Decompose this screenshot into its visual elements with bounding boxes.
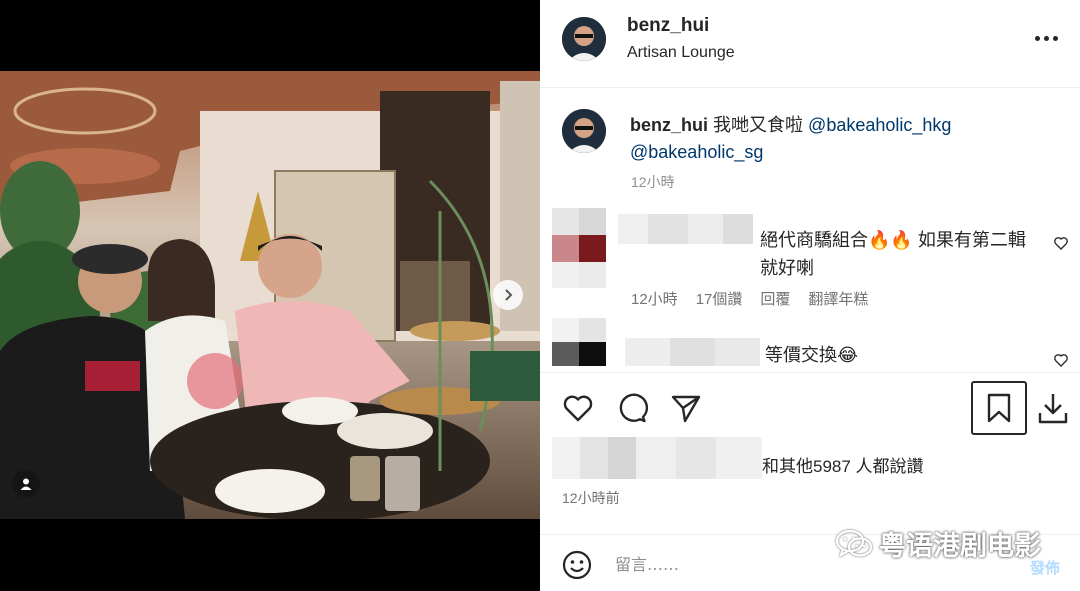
caption-mention[interactable]: @bakeaholic_sg	[630, 142, 763, 162]
post-author-username[interactable]: benz_hui	[627, 15, 709, 37]
avatar-image	[562, 17, 606, 61]
comment-like-heart-icon[interactable]	[1053, 235, 1069, 251]
avatar[interactable]	[562, 17, 606, 61]
download-icon[interactable]	[1036, 391, 1070, 425]
save-button[interactable]	[971, 381, 1027, 435]
heart-icon[interactable]	[562, 393, 594, 423]
comment-reply-button[interactable]: 回覆	[760, 288, 790, 309]
more-options-button[interactable]	[1035, 28, 1065, 48]
post-caption: benz_hui 我哋又食啦 @bakeaholic_hkg @bakeahol…	[630, 112, 1060, 166]
chevron-right-icon	[505, 289, 513, 301]
comment-timestamp: 12小時	[631, 291, 678, 308]
post-action-bar	[540, 372, 1080, 442]
watermark: 粤语港剧电影	[835, 524, 1041, 563]
photo-pane	[0, 0, 540, 591]
caption-avatar[interactable]	[562, 109, 606, 153]
user-tag-icon	[20, 478, 32, 490]
post-timestamp: 12小時前	[562, 490, 620, 506]
comment-like-count[interactable]: 17個讚	[696, 288, 743, 309]
caption-text: 我哋又食啦	[713, 115, 804, 135]
comment-translate-button[interactable]: 翻譯年糕	[808, 288, 868, 309]
comment-icon[interactable]	[616, 392, 648, 424]
likes-count[interactable]: 和其他5987 人都說讚	[762, 452, 924, 477]
post-detail-pane: benz_hui Artisan Lounge benz_hui 我哋又食啦 @…	[540, 0, 1080, 591]
avatar-image	[562, 109, 606, 153]
wechat-icon	[835, 529, 873, 557]
post-header: benz_hui Artisan Lounge	[540, 0, 1080, 88]
comment-meta: 12小時 17個讚 回覆 翻譯年糕	[631, 288, 868, 309]
caption-mention[interactable]: @bakeaholic_hkg	[808, 115, 951, 135]
bookmark-icon	[987, 393, 1011, 423]
comment-text: 絕代商驕組合🔥🔥 如果有第二輯就好喇	[760, 230, 1026, 278]
more-horizontal-icon	[1035, 35, 1040, 41]
post-location[interactable]: Artisan Lounge	[627, 44, 735, 62]
liker-avatars-blurred	[552, 437, 762, 479]
post-photo[interactable]	[0, 71, 540, 519]
caption-username[interactable]: benz_hui	[630, 115, 708, 135]
tagged-users-button[interactable]	[12, 470, 40, 498]
comment-username-blurred	[618, 214, 753, 244]
comment-username-blurred	[625, 338, 760, 366]
smiley-icon[interactable]	[562, 550, 592, 580]
send-icon[interactable]	[670, 392, 702, 424]
comment-like-heart-icon[interactable]	[1053, 352, 1069, 368]
post-photo-illustration	[0, 71, 540, 519]
comment-avatar-blurred	[552, 208, 606, 288]
caption-timestamp: 12小時	[631, 174, 675, 190]
watermark-text: 粤语港剧电影	[879, 531, 1041, 562]
next-photo-button[interactable]	[493, 280, 523, 310]
comment-avatar-blurred	[552, 318, 606, 366]
comment-text: 等價交換😂	[765, 345, 859, 365]
